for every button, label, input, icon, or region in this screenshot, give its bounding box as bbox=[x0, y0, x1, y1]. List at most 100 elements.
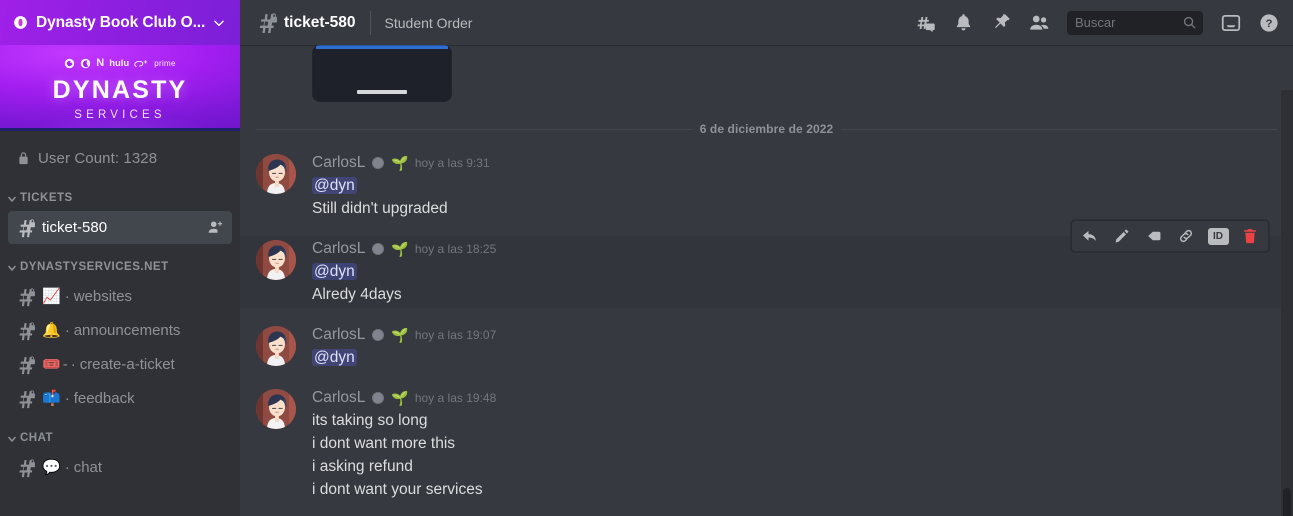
avatar[interactable] bbox=[256, 389, 296, 429]
server-header-button[interactable]: Dynasty Book Club O... bbox=[0, 0, 240, 45]
channel-sidebar: Dynasty Book Club O... N hulu prime DYNA… bbox=[0, 0, 240, 516]
message-group[interactable]: CarlosL 🌱 hoy a las 19:07 @dyn bbox=[240, 322, 1293, 371]
banner-title: DYNASTY bbox=[52, 76, 188, 104]
channel-emoji: 💬 bbox=[42, 459, 61, 476]
message-line: Still didn't upgraded bbox=[312, 200, 448, 217]
locked-channel-hash-icon bbox=[16, 458, 36, 478]
threads-icon[interactable] bbox=[913, 11, 937, 35]
sidebar-channel-announcements[interactable]: 🔔 · announcements bbox=[8, 314, 232, 347]
sidebar-channel-ticket-580[interactable]: ticket-580 bbox=[8, 211, 232, 244]
channel-dashes: - bbox=[62, 356, 68, 373]
channel-emoji: 🔔 bbox=[42, 322, 61, 339]
message-line: i dont want your services bbox=[312, 481, 483, 498]
bot-tag-dot bbox=[372, 243, 385, 255]
embed-bottom-line bbox=[357, 90, 407, 94]
scrollbar-track[interactable] bbox=[1281, 90, 1293, 516]
message-author[interactable]: CarlosL bbox=[312, 389, 365, 407]
netflix-logo: N bbox=[96, 57, 105, 69]
channel-name-label: announcements bbox=[73, 322, 181, 339]
category-header-tickets[interactable]: TICKETS bbox=[0, 187, 240, 209]
locked-channel-hash-icon bbox=[16, 355, 36, 375]
sidebar-channel-feedback[interactable]: 📫 · feedback bbox=[8, 382, 232, 415]
message-list: CarlosL 🌱 hoy a las 9:31 @dyn Still didn't u… bbox=[240, 150, 1293, 503]
copy-id-button[interactable]: ID bbox=[1202, 221, 1234, 251]
message-body: CarlosL 🌱 hoy a las 9:31 @dyn Still didn't u… bbox=[312, 152, 1245, 220]
role-emoji: 🌱 bbox=[391, 390, 409, 406]
date-divider: 6 de diciembre de 2022 bbox=[256, 122, 1278, 136]
notifications-bell-icon[interactable] bbox=[951, 11, 975, 35]
avatar[interactable] bbox=[256, 326, 296, 366]
message-header: CarlosL 🌱 hoy a las 9:31 bbox=[312, 152, 1245, 174]
channel-name-label: chat bbox=[73, 459, 103, 476]
message-author[interactable]: CarlosL bbox=[312, 240, 365, 258]
message-group[interactable]: CarlosL 🌱 hoy a las 18:25 @dyn Alredy 4days I… bbox=[240, 220, 1293, 308]
disneyplus-logo bbox=[134, 59, 149, 69]
locked-channel-hash-icon bbox=[256, 12, 278, 34]
svg-text:?: ? bbox=[1266, 18, 1273, 30]
message-group[interactable]: CarlosL 🌱 hoy a las 9:31 @dyn Still didn't u… bbox=[240, 150, 1293, 222]
avatar[interactable] bbox=[256, 154, 296, 194]
image-attachment-clipped[interactable] bbox=[312, 45, 452, 102]
sidebar-channel-websites[interactable]: 📈 · websites bbox=[8, 280, 232, 313]
category-header-dynastyservices.net[interactable]: DYNASTYSERVICES.NET bbox=[0, 256, 240, 278]
edit-button[interactable] bbox=[1106, 221, 1138, 251]
inbox-icon[interactable] bbox=[1219, 11, 1243, 35]
copy-link-button[interactable] bbox=[1170, 221, 1202, 251]
reply-button[interactable] bbox=[1074, 221, 1106, 251]
channel-name-label: websites bbox=[73, 288, 133, 305]
main-content: ticket-580 Student Order Buscar ? 6 de d… bbox=[240, 0, 1293, 516]
pinned-messages-icon[interactable] bbox=[989, 11, 1013, 35]
chevron-down-icon[interactable] bbox=[212, 16, 226, 30]
locked-channel-hash-icon bbox=[16, 218, 36, 238]
message-timestamp: hoy a las 18:25 bbox=[414, 242, 497, 256]
bot-tag-dot bbox=[372, 157, 385, 169]
scrollbar-thumb[interactable] bbox=[1283, 488, 1291, 516]
delete-button[interactable] bbox=[1234, 221, 1266, 251]
date-divider-line-right bbox=[841, 128, 1278, 130]
member-list-icon[interactable] bbox=[1027, 11, 1051, 35]
message-timestamp: hoy a las 19:07 bbox=[414, 328, 497, 342]
channel-separator-dot: · bbox=[64, 288, 70, 305]
topbar-divider bbox=[369, 10, 371, 35]
message-line: i asking refund bbox=[312, 458, 413, 475]
banner-subtitle: SERVICES bbox=[74, 109, 166, 121]
locked-channel-hash-icon bbox=[16, 389, 36, 409]
avatar[interactable] bbox=[256, 240, 296, 280]
category-label: DYNASTYSERVICES.NET bbox=[20, 261, 169, 273]
message-line: Alredy 4days bbox=[312, 286, 402, 303]
search-icon bbox=[1182, 15, 1197, 30]
message-header: CarlosL 🌱 hoy a las 19:48 bbox=[312, 387, 1245, 409]
sidebar-channel-chat[interactable]: 💬 · chat bbox=[8, 451, 232, 484]
message-line: @dyn bbox=[312, 261, 1245, 283]
locked-channel-hash-icon bbox=[16, 287, 36, 307]
mention-pill[interactable]: @dyn bbox=[312, 177, 357, 194]
sidebar-channel-create-a-ticket[interactable]: 🎟️ - · create-a-ticket bbox=[8, 348, 232, 381]
tag-button[interactable] bbox=[1138, 221, 1170, 251]
message-author[interactable]: CarlosL bbox=[312, 326, 365, 344]
message-header: CarlosL 🌱 hoy a las 19:07 bbox=[312, 324, 1245, 346]
message-group[interactable]: CarlosL 🌱 hoy a las 19:48 its taking so lon… bbox=[240, 385, 1293, 503]
category-list: TICKETS ticket-580 DYNASTYSERVICES.NET 📈 · we… bbox=[0, 187, 240, 484]
channel-emoji: 🎟️ bbox=[42, 356, 61, 373]
message-author[interactable]: CarlosL bbox=[312, 154, 365, 172]
category-header-chat[interactable]: CHAT bbox=[0, 427, 240, 449]
message-scroll-area[interactable]: 6 de diciembre de 2022 CarlosL 🌱 hoy a las… bbox=[240, 45, 1293, 516]
mention-pill[interactable]: @dyn bbox=[312, 349, 357, 366]
user-count-row: User Count: 1328 bbox=[8, 141, 240, 175]
channel-topbar: ticket-580 Student Order Buscar ? bbox=[240, 0, 1293, 45]
hbomax-logo bbox=[80, 58, 91, 69]
streaming-logos-row: N hulu prime bbox=[64, 57, 176, 70]
role-emoji: 🌱 bbox=[391, 327, 409, 343]
search-input[interactable]: Buscar bbox=[1067, 10, 1203, 35]
mention-pill[interactable]: @dyn bbox=[312, 263, 357, 280]
category-label: TICKETS bbox=[20, 192, 73, 204]
topbar-actions: Buscar ? bbox=[913, 10, 1281, 35]
role-emoji: 🌱 bbox=[391, 241, 409, 257]
channel-name-label: ticket-580 bbox=[42, 219, 108, 236]
hulu-logo: hulu bbox=[109, 57, 130, 69]
embed-accent-bar bbox=[316, 45, 448, 49]
add-member-icon[interactable] bbox=[207, 219, 224, 236]
help-icon[interactable]: ? bbox=[1257, 11, 1281, 35]
chevron-down-icon bbox=[6, 192, 18, 204]
lock-icon bbox=[16, 151, 31, 166]
